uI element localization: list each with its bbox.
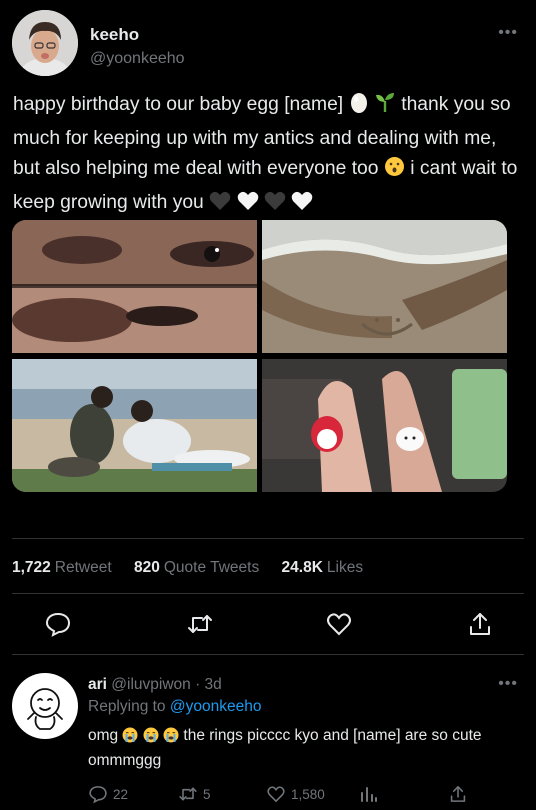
- loudly-crying-emoji-icon: [122, 727, 138, 750]
- reply-text: omg the rings picccc kyo and [name] are …: [88, 725, 518, 772]
- reply-time[interactable]: · 3d: [195, 676, 222, 693]
- photo-3-beach-sitting[interactable]: [12, 359, 257, 492]
- retweet-count: 5: [203, 786, 211, 802]
- divider: [12, 654, 524, 655]
- reply-handle[interactable]: @iluvpiwon: [111, 676, 191, 693]
- photo-2-beach-hands[interactable]: [262, 220, 507, 353]
- black-heart-emoji-icon: [264, 191, 286, 222]
- reply-action-bar: 22 5 1,580: [88, 783, 518, 805]
- loudly-crying-emoji-icon: [163, 727, 179, 750]
- tweet-text: happy birthday to our baby egg [name] th…: [13, 90, 528, 221]
- tweet-text-part: happy birthday to our baby egg [name]: [13, 94, 349, 115]
- tweet-action-bar: [0, 604, 536, 644]
- reply-icon: [89, 786, 107, 804]
- black-heart-emoji-icon: [209, 191, 231, 222]
- replying-to: Replying to @yoonkeeho: [88, 698, 261, 716]
- stat-likes[interactable]: 24.8K Likes: [282, 559, 364, 577]
- more-options-icon[interactable]: •••: [498, 24, 518, 42]
- author-handle[interactable]: @yoonkeeho: [90, 50, 185, 68]
- reply-count: 22: [113, 786, 129, 802]
- share-icon[interactable]: [466, 610, 494, 638]
- retweet-icon: [179, 787, 197, 801]
- tweet-header: keeho @yoonkeeho •••: [12, 10, 524, 78]
- stat-value: 24.8K: [281, 559, 323, 576]
- tweet-stats: 1,722 Retweet 820 Quote Tweets 24.8K Likes: [12, 559, 381, 577]
- stat-retweets[interactable]: 1,722 Retweet: [12, 559, 112, 577]
- divider: [12, 538, 524, 539]
- like-icon: [267, 786, 285, 803]
- photo-4-rings[interactable]: [262, 359, 507, 492]
- reply-retweet-button[interactable]: 5: [178, 783, 211, 805]
- loudly-crying-emoji-icon: [143, 727, 159, 750]
- stat-value: 820: [133, 559, 160, 576]
- white-heart-emoji-icon: [237, 191, 259, 222]
- reply-display-name[interactable]: ari: [88, 676, 107, 693]
- like-count: 1,580: [291, 786, 325, 802]
- white-heart-emoji-icon: [291, 191, 313, 222]
- media-grid: [12, 220, 507, 492]
- share-icon: [450, 786, 466, 802]
- stat-label: Likes: [326, 559, 364, 576]
- reply-like-button[interactable]: 1,580: [266, 783, 325, 805]
- reply-share-button[interactable]: [448, 783, 468, 805]
- hushed-face-emoji-icon: [384, 156, 405, 188]
- photo-1-eyes[interactable]: [12, 220, 257, 353]
- reply-reply-button[interactable]: 22: [88, 783, 128, 805]
- seedling-emoji-icon: [374, 91, 396, 124]
- reply-avatar[interactable]: [12, 673, 78, 739]
- retweet-icon[interactable]: [186, 610, 214, 638]
- stat-label: Quote Tweets: [163, 559, 260, 576]
- stat-value: 1,722: [12, 559, 51, 576]
- stat-label: Retweet: [54, 559, 112, 576]
- like-icon[interactable]: [325, 610, 353, 638]
- author-avatar[interactable]: [12, 10, 78, 76]
- divider: [12, 593, 524, 594]
- reply-icon[interactable]: [44, 610, 72, 638]
- reply-more-options-icon[interactable]: •••: [498, 675, 518, 693]
- author-display-name[interactable]: keeho: [90, 25, 139, 45]
- reply-analytics-button[interactable]: [358, 783, 378, 805]
- replying-prefix: Replying to: [88, 698, 166, 715]
- replying-to-link[interactable]: @yoonkeeho: [170, 698, 262, 715]
- egg-emoji-icon: [349, 91, 369, 124]
- stat-quote-tweets[interactable]: 820 Quote Tweets: [134, 559, 259, 577]
- reply-tweet[interactable]: ari @iluvpiwon · 3d ••• Replying to @yoo…: [0, 665, 536, 810]
- reply-header: ari @iluvpiwon · 3d: [88, 676, 222, 694]
- reply-text-part: omg: [88, 727, 123, 744]
- analytics-icon: [361, 787, 377, 802]
